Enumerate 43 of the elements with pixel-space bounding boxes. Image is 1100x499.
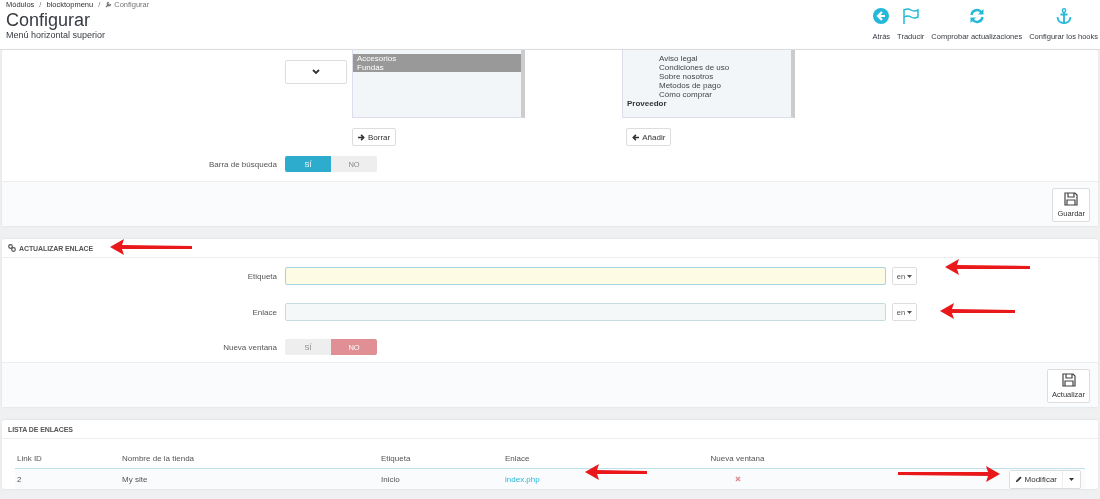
move-down-button[interactable] bbox=[285, 60, 347, 84]
column-header: Enlace bbox=[505, 453, 531, 463]
table-cell-text: My site bbox=[122, 474, 149, 484]
link-icon bbox=[8, 244, 16, 252]
list-option[interactable]: Cómo comprar bbox=[623, 90, 791, 99]
save-icon bbox=[1064, 192, 1079, 206]
field-label: Barra de búsqueda bbox=[207, 159, 277, 169]
field-label: Enlace bbox=[251, 307, 277, 317]
refresh-icon bbox=[968, 8, 985, 24]
list-option[interactable]: Metodos de pago bbox=[623, 81, 791, 90]
arrow-right-icon bbox=[358, 133, 365, 141]
page-title: Configurar bbox=[6, 10, 92, 30]
add-button[interactable]: Añadir bbox=[626, 128, 672, 146]
column-header: Link ID bbox=[17, 453, 43, 463]
arrow-left-icon bbox=[632, 133, 640, 141]
wrench-icon bbox=[105, 1, 113, 8]
list-option[interactable]: Aviso legal bbox=[623, 54, 791, 63]
caret-icon bbox=[1069, 477, 1074, 481]
text-field[interactable] bbox=[285, 303, 886, 321]
caret-icon bbox=[907, 274, 913, 278]
available-items-list[interactable]: Aviso legal Condiciones de uso Sobre nosotros Metodos de pago Cómo comprar Proveedor bbox=[622, 50, 795, 118]
list-option[interactable]: Proveedor bbox=[623, 99, 791, 108]
save-icon bbox=[1061, 373, 1076, 387]
column-header: Nueva ventana bbox=[709, 453, 766, 463]
list-option[interactable]: Sobre nosotros bbox=[623, 72, 791, 81]
text-field[interactable] bbox=[285, 267, 886, 285]
field-label: Etiqueta bbox=[246, 271, 277, 281]
pencil-icon bbox=[1014, 475, 1022, 483]
flag-icon bbox=[901, 8, 920, 24]
dropdown-caret-button[interactable] bbox=[1062, 470, 1080, 488]
annotation-arrow bbox=[585, 464, 647, 480]
remove-button[interactable]: Borrar bbox=[352, 128, 397, 146]
back-icon bbox=[873, 8, 890, 24]
chevron-down-icon bbox=[312, 69, 320, 75]
page-subtitle: Menú horizontal superior bbox=[6, 30, 107, 40]
table-cell-text: Inicio bbox=[381, 474, 401, 484]
column-header: Etiqueta bbox=[381, 453, 412, 463]
caret-icon bbox=[907, 310, 913, 314]
table-cell-text: 2 bbox=[17, 474, 23, 484]
anchor-icon bbox=[1055, 8, 1072, 24]
column-header: Nombre de la tienda bbox=[122, 453, 196, 463]
list-option[interactable]: Condiciones de uso bbox=[623, 63, 791, 72]
field-label: Nueva ventana bbox=[222, 342, 277, 352]
